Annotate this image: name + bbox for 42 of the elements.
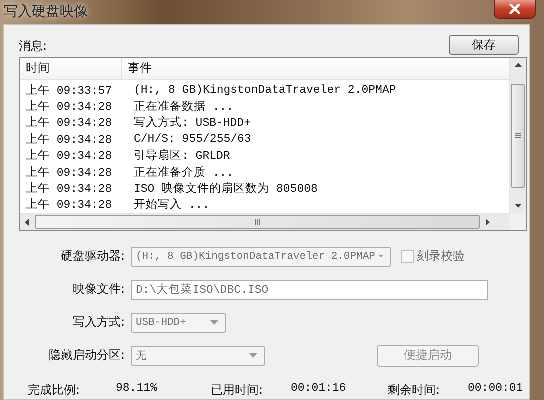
close-button[interactable] [494,0,536,19]
checkbox-label: 刻录校验 [417,248,465,265]
vertical-scrollbar[interactable] [509,58,526,213]
log-event: 正在准备介质 ... [133,166,234,180]
grip-icon [254,219,260,225]
log-event: 写入方式: USB-HDD+ [133,115,252,130]
caret-icon [210,320,219,325]
log-time: 上午 09:34:28 [25,100,114,114]
log-time: 上午 09:34:28 [25,182,114,196]
status-label: 已用时间: [211,382,264,399]
log-event: 正在准备数据 ... [133,100,234,114]
log-time: 上午 09:34:28 [25,198,114,212]
scrollbar-corner [509,213,526,230]
messages-label: 消息: [19,38,48,55]
caret-icon [379,254,384,259]
close-icon [509,4,521,14]
log-event: 开始写入 ... [133,198,210,212]
field-label: 映像文件: [72,281,126,298]
status-label: 剩余时间: [388,382,442,399]
horizontal-scrollbar[interactable] [20,213,509,230]
log-time: 上午 09:33:57 [25,84,114,98]
grip-icon [515,132,521,138]
status-value: 00:01:16 [291,382,348,397]
log-time: 上午 09:34:28 [25,116,114,130]
log-event: ISO 映像文件的扇区数为 805008 [133,181,318,196]
field-label: 隐藏启动分区: [48,347,126,364]
status-label: 完成比例: [28,382,82,399]
caret-icon [249,353,258,358]
column-header[interactable]: 时间 [20,60,50,77]
window-title: 写入硬盘映像 [4,3,88,21]
field-label: 写入方式: [72,314,126,331]
log-time: 上午 09:34:28 [25,132,114,147]
log-time: 上午 09:34:28 [25,148,114,164]
log-event: 引导扇区: GRLDR [133,148,230,164]
field-label: 硬盘驱动器: [60,248,126,265]
log-event: C/H/S: 955/255/63 [133,132,252,146]
status-value: 00:00:01 [468,382,524,397]
log-time: 上午 09:34:28 [25,166,114,180]
log-event: (H:, 8 GB)KingstonDataTraveler 2.0PMAP [133,84,396,97]
save-button[interactable]: 保存 [449,35,519,55]
status-value: 98.11% [116,382,158,397]
column-header[interactable]: 事件 [122,61,152,75]
